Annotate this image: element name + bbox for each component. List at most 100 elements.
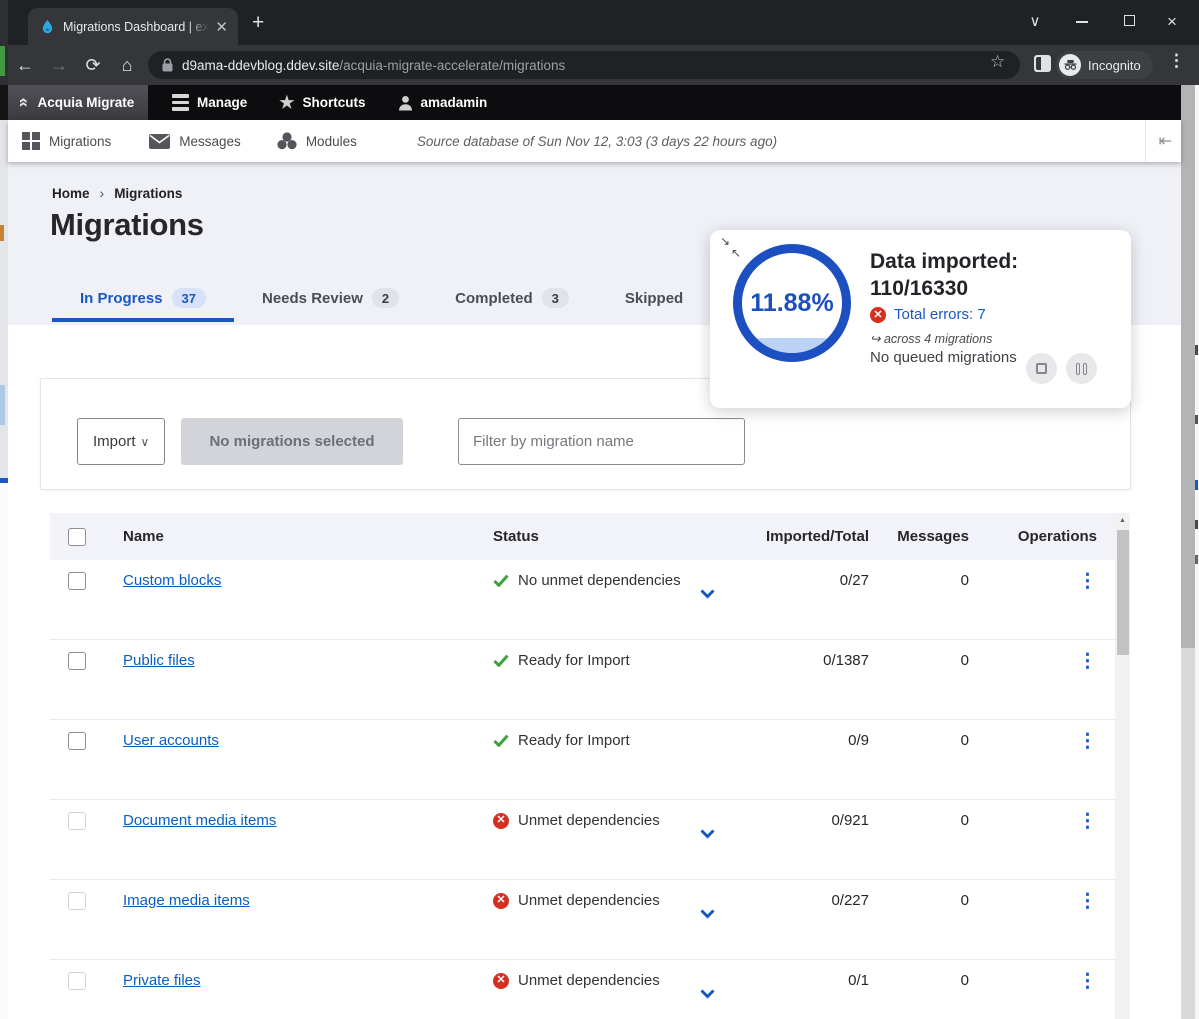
- expand-chevron-icon[interactable]: [700, 906, 715, 923]
- toolbar-item-user[interactable]: amadamin: [382, 85, 504, 120]
- status-error-icon: ✕: [493, 973, 509, 989]
- bookmark-star-icon[interactable]: ☆: [990, 52, 1005, 72]
- chevron-down-icon: ∨: [141, 435, 150, 449]
- pause-button[interactable]: [1066, 353, 1097, 384]
- row-checkbox[interactable]: [68, 732, 86, 750]
- migration-name-link[interactable]: Public files: [123, 652, 195, 669]
- imported-total-value: 0/1387: [735, 652, 875, 669]
- hamburger-icon: [172, 94, 189, 111]
- status-ok-icon: [493, 654, 509, 667]
- window-minimize-button[interactable]: [1076, 21, 1088, 23]
- acquia-migrate-brand[interactable]: « Acquia Migrate: [8, 85, 148, 120]
- breadcrumb-current: Migrations: [114, 186, 182, 201]
- import-dropdown-button[interactable]: Import ∨: [77, 418, 165, 465]
- messages-count: 0: [875, 652, 975, 669]
- header-messages: Messages: [875, 528, 975, 545]
- toolbar-item-manage[interactable]: Manage: [156, 85, 263, 120]
- collapse-arrow-nw-icon[interactable]: ↖: [731, 247, 741, 259]
- header-name: Name: [105, 528, 470, 545]
- collapse-arrow-se-icon[interactable]: ↘: [720, 235, 730, 247]
- imported-total-value: 0/921: [735, 812, 875, 829]
- tab-in-progress[interactable]: In Progress 37: [52, 278, 234, 322]
- migration-name-link[interactable]: User accounts: [123, 732, 219, 749]
- migration-name-link[interactable]: Custom blocks: [123, 572, 221, 589]
- operations-kebab-icon[interactable]: ⋮: [1078, 731, 1097, 752]
- status-error-icon: ✕: [493, 893, 509, 909]
- url-host: d9ama-ddevblog.ddev.site: [182, 58, 339, 73]
- grid-icon: [22, 132, 40, 150]
- incognito-icon: [1059, 54, 1081, 76]
- breadcrumb-home-link[interactable]: Home: [52, 186, 90, 201]
- status-ok-icon: [493, 734, 509, 747]
- select-all-checkbox[interactable]: [68, 528, 86, 546]
- row-checkbox[interactable]: [68, 812, 86, 830]
- operations-kebab-icon[interactable]: ⋮: [1078, 971, 1097, 992]
- browser-tab[interactable]: Migrations Dashboard | example ✕: [28, 8, 238, 45]
- migration-name-link[interactable]: Document media items: [123, 812, 276, 829]
- stop-button[interactable]: [1026, 353, 1057, 384]
- imported-total-value: 0/1: [735, 972, 875, 989]
- toolbar-item-shortcuts[interactable]: ★ Shortcuts: [263, 85, 381, 120]
- forward-icon[interactable]: →: [42, 55, 76, 76]
- no-migrations-selected-button[interactable]: No migrations selected: [181, 418, 403, 465]
- window-maximize-button[interactable]: [1124, 15, 1135, 26]
- migration-name-link[interactable]: Private files: [123, 972, 201, 989]
- imported-total-value: 0/27: [735, 572, 875, 589]
- drupal-favicon-icon: [40, 19, 55, 34]
- row-checkbox[interactable]: [68, 972, 86, 990]
- tab-count-badge: 3: [542, 288, 569, 308]
- new-tab-button[interactable]: +: [252, 11, 264, 35]
- operations-kebab-icon[interactable]: ⋮: [1078, 571, 1097, 592]
- table-scrollbar-thumb[interactable]: [1117, 530, 1129, 655]
- error-icon: ✕: [870, 307, 886, 323]
- reload-icon[interactable]: ⟳: [76, 55, 110, 76]
- breadcrumb: Home › Migrations: [52, 185, 182, 201]
- filter-input[interactable]: [458, 418, 745, 465]
- star-icon: ★: [279, 93, 294, 113]
- collapse-toolbar-icon[interactable]: ⇤: [1145, 120, 1172, 162]
- tab-needs-review[interactable]: Needs Review 2: [234, 278, 427, 322]
- table-row-public-files: Public files ✕ Ready for Import 0/1387 0…: [50, 640, 1115, 720]
- total-errors-row: ✕ Total errors: 7: [870, 306, 986, 323]
- admin-toolbar: « Acquia Migrate Manage ★ Shortcuts amad…: [8, 85, 1181, 120]
- messages-count: 0: [875, 892, 975, 909]
- status-error-icon: ✕: [493, 813, 509, 829]
- progress-percent: 11.88%: [742, 253, 842, 353]
- user-icon: [398, 95, 413, 111]
- table-row-user-accounts: User accounts ✕ Ready for Import 0/9 0 ⋮: [50, 720, 1115, 800]
- page-scrollbar-thumb[interactable]: [1181, 85, 1195, 648]
- page-scrollbar[interactable]: [1181, 85, 1195, 1019]
- total-errors-link[interactable]: Total errors: 7: [894, 306, 986, 323]
- toolbar-item-migrations[interactable]: Migrations: [8, 132, 125, 150]
- row-checkbox[interactable]: [68, 892, 86, 910]
- operations-kebab-icon[interactable]: ⋮: [1078, 811, 1097, 832]
- expand-chevron-icon[interactable]: [700, 986, 715, 1003]
- url-field[interactable]: d9ama-ddevblog.ddev.site/acquia-migrate-…: [148, 51, 1020, 79]
- toolbar-item-messages[interactable]: Messages: [135, 134, 255, 149]
- table-row-custom-blocks: Custom blocks ✕ No unmet dependencies 0/…: [50, 560, 1115, 640]
- browser-menu-icon[interactable]: ⋮: [1168, 51, 1185, 71]
- tab-completed[interactable]: Completed 3: [427, 278, 597, 322]
- operations-kebab-icon[interactable]: ⋮: [1078, 651, 1097, 672]
- side-panel-icon[interactable]: [1034, 55, 1051, 72]
- home-icon[interactable]: ⌂: [110, 55, 144, 76]
- messages-count: 0: [875, 972, 975, 989]
- page-title: Migrations: [50, 207, 204, 243]
- tab-close-icon[interactable]: ✕: [215, 18, 228, 36]
- migration-name-link[interactable]: Image media items: [123, 892, 250, 909]
- window-close-button[interactable]: ×: [1162, 12, 1182, 32]
- back-icon[interactable]: ←: [8, 55, 42, 76]
- table-body: Custom blocks ✕ No unmet dependencies 0/…: [50, 560, 1130, 1019]
- incognito-badge: Incognito: [1056, 51, 1153, 79]
- operations-kebab-icon[interactable]: ⋮: [1078, 891, 1097, 912]
- progress-ring: 11.88%: [733, 244, 851, 362]
- toolbar-item-modules[interactable]: Modules: [263, 132, 371, 150]
- expand-chevron-icon[interactable]: [700, 586, 715, 603]
- tab-skipped[interactable]: Skipped: [597, 278, 711, 322]
- background-window-left-sliver: [0, 0, 8, 1019]
- scroll-up-icon[interactable]: ▲: [1115, 513, 1130, 528]
- expand-chevron-icon[interactable]: [700, 826, 715, 843]
- window-chevron-icon[interactable]: ∨: [1025, 12, 1045, 30]
- row-checkbox[interactable]: [68, 572, 86, 590]
- row-checkbox[interactable]: [68, 652, 86, 670]
